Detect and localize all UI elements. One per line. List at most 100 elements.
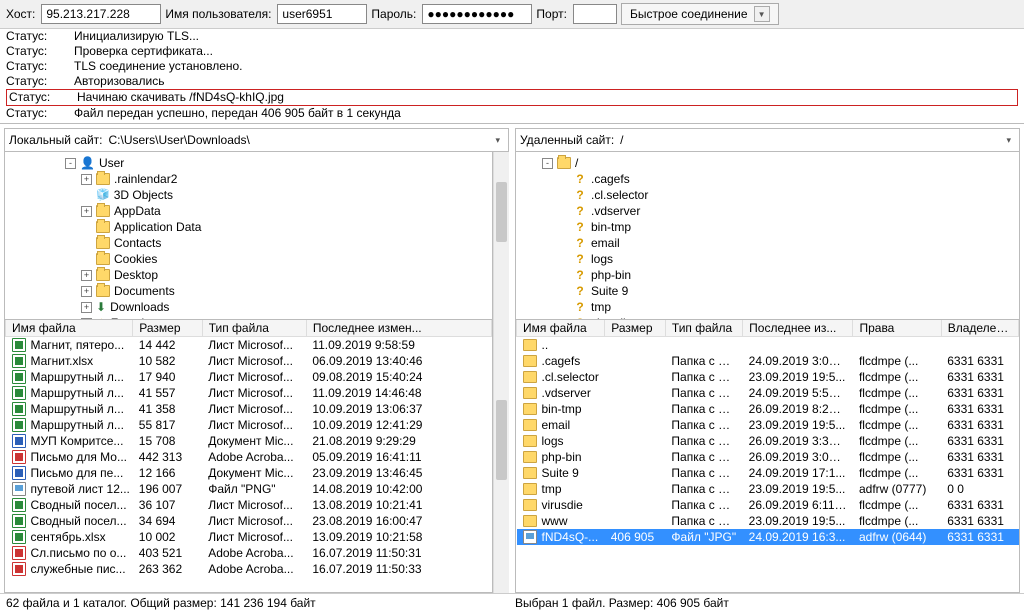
column-header[interactable]: Размер (133, 320, 202, 337)
column-header[interactable]: Права (853, 320, 941, 337)
tree-node[interactable]: +Desktop (7, 267, 490, 283)
file-row[interactable]: Магнит, пятеро...14 442Лист Microsof...1… (6, 337, 492, 354)
toggle-icon[interactable] (81, 254, 92, 265)
column-header[interactable]: Владелец/... (941, 320, 1018, 337)
local-tree-scrollbar[interactable] (493, 152, 509, 320)
file-row[interactable]: служебные пис...263 362Adobe Acroba...16… (6, 561, 492, 577)
local-file-list[interactable]: Имя файлаРазмерТип файлаПоследнее измен.… (4, 320, 493, 593)
file-row[interactable]: Сл.письмо по о...403 521Adobe Acroba...1… (6, 545, 492, 561)
file-row[interactable]: .. (517, 337, 1019, 354)
toggle-icon[interactable] (558, 222, 569, 233)
file-row[interactable]: Маршрутный л...55 817Лист Microsof...10.… (6, 417, 492, 433)
file-row[interactable]: Маршрутный л...41 557Лист Microsof...11.… (6, 385, 492, 401)
toggle-icon[interactable] (81, 238, 92, 249)
collapse-icon[interactable]: - (542, 158, 553, 169)
file-row[interactable]: fND4sQ-...406 905Файл "JPG"24.09.2019 16… (517, 529, 1019, 545)
local-file-scrollbar[interactable] (493, 320, 509, 593)
file-name: Маршрутный л... (31, 402, 124, 416)
user-input[interactable] (277, 4, 367, 24)
file-row[interactable]: путевой лист 12...196 007Файл "PNG"14.08… (6, 481, 492, 497)
file-row[interactable]: Письмо для Мо...442 313Adobe Acroba...05… (6, 449, 492, 465)
toggle-icon[interactable] (558, 206, 569, 217)
tree-node[interactable]: +⬇Downloads (7, 299, 490, 315)
toggle-icon[interactable] (558, 286, 569, 297)
column-header[interactable]: Последнее из... (743, 320, 853, 337)
tree-node[interactable]: ?php-bin (518, 267, 1017, 283)
file-row[interactable]: Маршрутный л...17 940Лист Microsof...09.… (6, 369, 492, 385)
column-header[interactable]: Имя файла (517, 320, 605, 337)
expand-icon[interactable]: + (81, 270, 92, 281)
local-path-dropdown-icon[interactable]: ▾ (491, 135, 504, 146)
remote-path-input[interactable] (618, 131, 998, 149)
column-header[interactable]: Тип файла (665, 320, 742, 337)
file-row[interactable]: wwwПапка с ф...23.09.2019 19:5...flcdmpe… (517, 513, 1019, 529)
remote-tree[interactable]: -/?.cagefs?.cl.selector?.vdserver?bin-tm… (515, 152, 1020, 320)
file-row[interactable]: Письмо для пе...12 166Документ Mic...23.… (6, 465, 492, 481)
tree-node[interactable]: ?.cagefs (518, 171, 1017, 187)
local-tree[interactable]: -👤User+.rainlendar2🧊3D Objects+AppDataAp… (4, 152, 493, 320)
file-row[interactable]: сентябрь.xlsx10 002Лист Microsof...13.09… (6, 529, 492, 545)
host-input[interactable] (41, 4, 161, 24)
column-header[interactable]: Последнее измен... (306, 320, 491, 337)
file-row[interactable]: Маршрутный л...41 358Лист Microsof...10.… (6, 401, 492, 417)
file-row[interactable]: logsПапка с ф...26.09.2019 3:38:...flcdm… (517, 433, 1019, 449)
tree-node[interactable]: -👤User (7, 155, 490, 171)
collapse-icon[interactable]: - (65, 158, 76, 169)
tree-node[interactable]: +AppData (7, 203, 490, 219)
tree-node[interactable]: ?Suite 9 (518, 283, 1017, 299)
toggle-icon[interactable] (558, 302, 569, 313)
column-header[interactable]: Размер (605, 320, 666, 337)
toggle-icon[interactable] (558, 190, 569, 201)
file-row[interactable]: Suite 9Папка с ф...24.09.2019 17:1...flc… (517, 465, 1019, 481)
port-input[interactable] (573, 4, 617, 24)
tree-node[interactable]: 🧊3D Objects (7, 187, 490, 203)
expand-icon[interactable]: + (81, 174, 92, 185)
file-row[interactable]: .vdserverПапка с ф...24.09.2019 5:55:...… (517, 385, 1019, 401)
tree-node[interactable]: ?bin-tmp (518, 219, 1017, 235)
toggle-icon[interactable] (558, 254, 569, 265)
tree-node[interactable]: ?email (518, 235, 1017, 251)
file-row[interactable]: virusdieПапка с ф...26.09.2019 6:11:...f… (517, 497, 1019, 513)
tree-node[interactable]: Contacts (7, 235, 490, 251)
toggle-icon[interactable] (81, 190, 92, 201)
pass-input[interactable] (422, 4, 532, 24)
tree-node[interactable]: -/ (518, 155, 1017, 171)
toggle-icon[interactable] (558, 174, 569, 185)
file-row[interactable]: php-binПапка с ф...26.09.2019 3:01:...fl… (517, 449, 1019, 465)
toggle-icon[interactable] (558, 270, 569, 281)
column-header[interactable]: Имя файла (6, 320, 133, 337)
tree-node[interactable]: ?tmp (518, 299, 1017, 315)
quick-connect-button[interactable]: Быстрое соединение ▼ (621, 3, 779, 25)
cell: Папка с ф... (665, 353, 742, 369)
toggle-icon[interactable] (81, 222, 92, 233)
quick-connect-dropdown-icon[interactable]: ▼ (754, 6, 770, 22)
tree-node[interactable]: ?logs (518, 251, 1017, 267)
file-row[interactable]: .cl.selectorПапка с ф...23.09.2019 19:5.… (517, 369, 1019, 385)
file-row[interactable]: bin-tmpПапка с ф...26.09.2019 8:28:...fl… (517, 401, 1019, 417)
file-row[interactable]: emailПапка с ф...23.09.2019 19:5...flcdm… (517, 417, 1019, 433)
tree-node[interactable]: ?.cl.selector (518, 187, 1017, 203)
expand-icon[interactable]: + (81, 206, 92, 217)
status-message: Начинаю скачивать /fND4sQ-khIQ.jpg (77, 90, 284, 105)
file-row[interactable]: Сводный посел...36 107Лист Microsof...13… (6, 497, 492, 513)
file-row[interactable]: Магнит.xlsx10 582Лист Microsof...06.09.2… (6, 353, 492, 369)
file-row[interactable]: tmpПапка с ф...23.09.2019 19:5...adfrw (… (517, 481, 1019, 497)
tree-node[interactable]: ?.vdserver (518, 203, 1017, 219)
remote-path-dropdown-icon[interactable]: ▾ (1002, 135, 1015, 146)
expand-icon[interactable]: + (81, 302, 92, 313)
file-row[interactable]: Сводный посел...34 694Лист Microsof...23… (6, 513, 492, 529)
unknown-folder-icon: ? (573, 236, 587, 250)
local-path-input[interactable] (107, 131, 488, 149)
cell: 24.09.2019 16:3... (743, 529, 853, 545)
cell: 26.09.2019 3:01:... (743, 449, 853, 465)
toggle-icon[interactable] (558, 238, 569, 249)
remote-file-list[interactable]: Имя файлаРазмерТип файлаПоследнее из...П… (515, 320, 1020, 593)
tree-node[interactable]: Cookies (7, 251, 490, 267)
tree-node[interactable]: Application Data (7, 219, 490, 235)
expand-icon[interactable]: + (81, 286, 92, 297)
file-row[interactable]: МУП Комритсе...15 708Документ Mic...21.0… (6, 433, 492, 449)
file-row[interactable]: .cagefsПапка с ф...24.09.2019 3:00:...fl… (517, 353, 1019, 369)
column-header[interactable]: Тип файла (202, 320, 306, 337)
tree-node[interactable]: +.rainlendar2 (7, 171, 490, 187)
tree-node[interactable]: +Documents (7, 283, 490, 299)
